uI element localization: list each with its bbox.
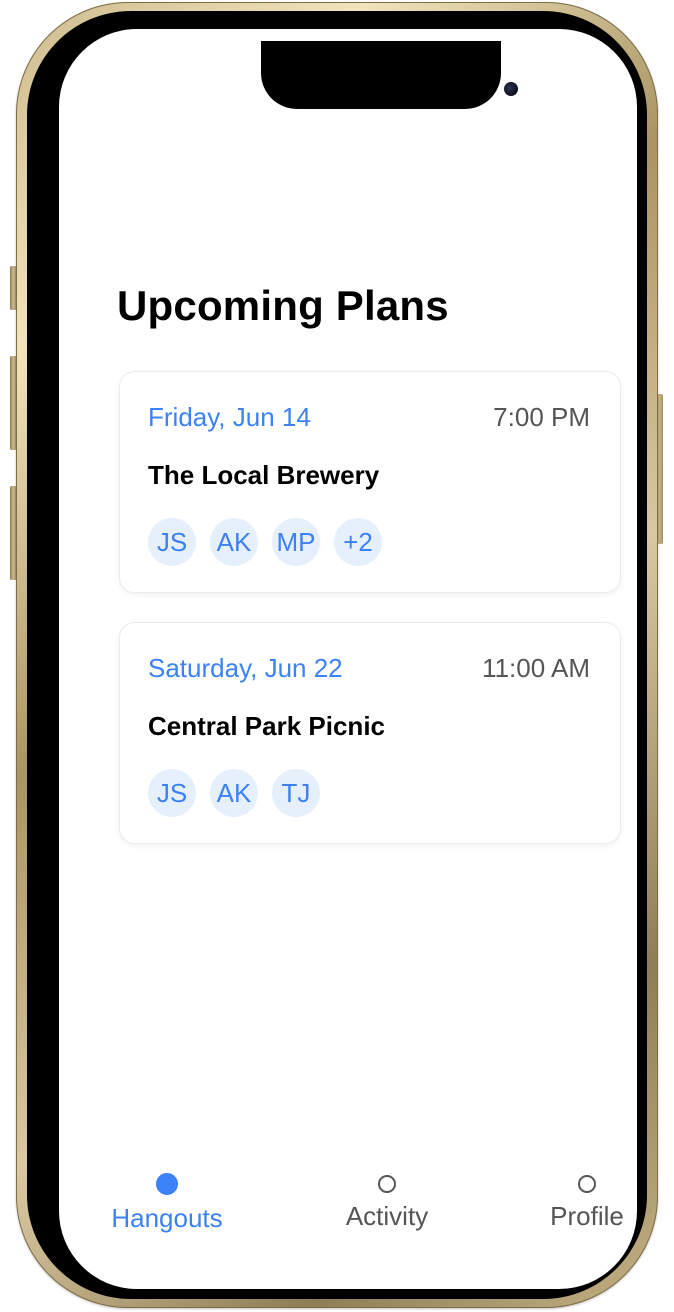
avatar: AK (210, 769, 258, 817)
device-stage: Upcoming Plans Friday, Jun 14 7:00 PM Th… (0, 0, 674, 1312)
avatar: JS (148, 769, 196, 817)
phone-bezel: Upcoming Plans Friday, Jun 14 7:00 PM Th… (27, 11, 647, 1299)
plan-date: Friday, Jun 14 (148, 402, 311, 432)
filled-circle-icon (156, 1173, 178, 1195)
phone-screen: Upcoming Plans Friday, Jun 14 7:00 PM Th… (59, 29, 637, 1289)
plan-card[interactable]: Friday, Jun 14 7:00 PM The Local Brewery… (119, 371, 621, 593)
page-title: Upcoming Plans (117, 282, 449, 329)
avatar: TJ (272, 769, 320, 817)
front-camera-icon (504, 82, 518, 96)
circle-outline-icon (578, 1175, 596, 1193)
plan-date: Saturday, Jun 22 (148, 653, 343, 683)
tab-label: Hangouts (111, 1203, 223, 1233)
plan-place: The Local Brewery (148, 460, 380, 490)
tab-label: Profile (550, 1201, 624, 1231)
tab-hangouts[interactable]: Hangouts (95, 1173, 239, 1234)
more-attendees-badge: +2 (334, 518, 382, 566)
attendee-avatars: JS AK MP +2 (148, 518, 382, 566)
plan-time: 7:00 PM (493, 402, 590, 432)
phone-frame: Upcoming Plans Friday, Jun 14 7:00 PM Th… (16, 2, 658, 1308)
avatar: AK (210, 518, 258, 566)
tab-profile[interactable]: Profile (535, 1175, 637, 1232)
plan-place: Central Park Picnic (148, 711, 385, 741)
attendee-avatars: JS AK TJ (148, 769, 320, 817)
circle-outline-icon (378, 1175, 396, 1193)
tab-activity[interactable]: Activity (327, 1175, 447, 1232)
plan-time: 11:00 AM (482, 653, 590, 683)
avatar: JS (148, 518, 196, 566)
notch (261, 41, 518, 109)
avatar: MP (272, 518, 320, 566)
tab-label: Activity (345, 1201, 429, 1231)
plan-card[interactable]: Saturday, Jun 22 11:00 AM Central Park P… (119, 622, 621, 844)
